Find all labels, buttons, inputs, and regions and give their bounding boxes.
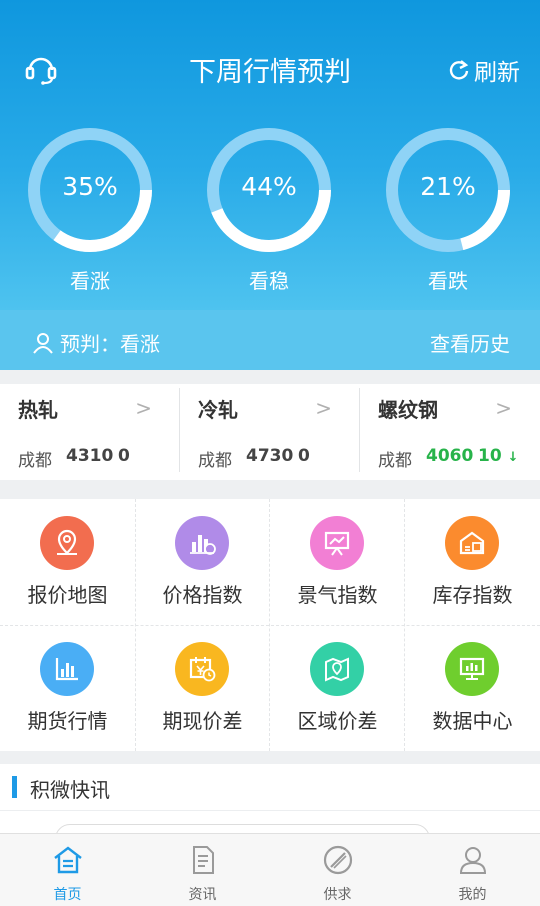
app-screen: 下周行情预判 刷新 35% 看涨 44% 看稳 21% 看跌 预判：看涨 查看历… (0, 0, 540, 906)
price-value: 4060 (426, 446, 474, 466)
price-value: 4730 (246, 446, 294, 466)
tab-news[interactable]: 资讯 (135, 834, 270, 906)
grid-item-price-index[interactable]: 价格指数 (135, 499, 270, 625)
bar-coin-icon (175, 516, 229, 570)
gauge-percent: 35% (62, 172, 118, 201)
grid-item-label: 区域价差 (297, 709, 378, 733)
price-panel: 热轧 > 成都 4310 0 冷轧 > 成都 4730 0 螺纹钢 > 成都 4… (0, 384, 540, 480)
price-value: 4310 (66, 446, 114, 466)
tab-label: 资讯 (188, 887, 217, 903)
map-location-icon (310, 642, 364, 696)
gauge-rise: 35% 看涨 (24, 125, 156, 294)
price-change: 0 (118, 446, 130, 466)
gauge-label: 看稳 (249, 269, 289, 293)
grid-item-label: 报价地图 (27, 583, 108, 607)
tab-label: 供求 (323, 887, 352, 903)
grid-item-label: 期货行情 (27, 709, 108, 733)
bar-chart-icon (40, 642, 94, 696)
price-card-cold-rolled[interactable]: 冷轧 > 成都 4730 0 (180, 384, 360, 480)
home-icon (54, 846, 82, 874)
gauge-percent: 21% (420, 172, 476, 201)
feature-grid: 报价地图 价格指数 景气指数 库存指数 期货行情 期现价差 区域价差 数据中心 (0, 499, 540, 751)
user-forecast: 预判：看涨 (32, 328, 160, 357)
grid-item-data-center[interactable]: 数据中心 (405, 625, 540, 751)
grid-item-quote-map[interactable]: 报价地图 (0, 499, 135, 625)
price-name: 热轧 (18, 398, 58, 422)
chevron-right-icon: > (135, 396, 152, 420)
top-bar: 下周行情预判 刷新 (0, 40, 540, 96)
refresh-label: 刷新 (474, 60, 520, 86)
user-forecast-label: 预判：看涨 (60, 332, 160, 356)
no-sign-icon (323, 845, 353, 875)
grid-item-label: 库存指数 (432, 583, 513, 607)
gauge-percent: 44% (241, 172, 297, 201)
price-card-hot-rolled[interactable]: 热轧 > 成都 4310 0 (0, 384, 180, 480)
price-name: 冷轧 (198, 398, 238, 422)
refresh-icon (449, 60, 469, 80)
header: 下周行情预判 刷新 35% 看涨 44% 看稳 21% 看跌 (0, 0, 540, 310)
tab-mine[interactable]: 我的 (405, 834, 540, 906)
grid-item-inventory-index[interactable]: 库存指数 (405, 499, 540, 625)
price-change: 10 ↓ (478, 446, 519, 466)
tab-bar: 首页 资讯 供求 我的 (0, 833, 540, 906)
price-city: 成都 (198, 451, 232, 471)
grid-item-label: 价格指数 (162, 583, 243, 607)
chevron-right-icon: > (495, 396, 512, 420)
grid-item-sentiment-index[interactable]: 景气指数 (270, 499, 405, 625)
price-card-rebar[interactable]: 螺纹钢 > 成都 4060 10 ↓ (360, 384, 540, 480)
chevron-right-icon: > (315, 396, 332, 420)
grid-item-futures[interactable]: 期货行情 (0, 625, 135, 751)
warehouse-icon (445, 516, 499, 570)
map-pin-icon (40, 516, 94, 570)
monitor-chart-icon (445, 642, 499, 696)
document-icon (193, 846, 214, 874)
view-history-link[interactable]: 查看历史 (430, 328, 510, 357)
price-change-value: 10 (478, 446, 502, 466)
forecast-bar: 预判：看涨 查看历史 (0, 310, 540, 370)
price-city: 成都 (378, 451, 412, 471)
gauge-fall: 21% 看跌 (382, 125, 514, 294)
user-icon (33, 332, 53, 354)
grid-item-label: 数据中心 (432, 709, 513, 733)
divider (0, 810, 540, 811)
gauge-label: 看涨 (70, 269, 110, 293)
section-accent-bar (12, 776, 17, 798)
gauge-label: 看跌 (428, 269, 468, 293)
calendar-clock-icon (175, 642, 229, 696)
grid-item-label: 期现价差 (162, 709, 243, 733)
news-title: 积微快讯 (30, 778, 110, 802)
tab-supply-demand[interactable]: 供求 (270, 834, 405, 906)
tab-label: 我的 (458, 887, 487, 903)
tab-home[interactable]: 首页 (0, 834, 135, 906)
grid-item-basis-spread[interactable]: 期现价差 (135, 625, 270, 751)
refresh-button[interactable]: 刷新 (448, 53, 520, 87)
tab-label: 首页 (53, 887, 82, 903)
news-section: 积微快讯 (0, 764, 540, 854)
arrow-down-icon: ↓ (507, 450, 519, 465)
user-icon (459, 847, 487, 874)
forecast-gauges: 35% 看涨 44% 看稳 21% 看跌 (0, 125, 540, 295)
grid-item-regional-spread[interactable]: 区域价差 (270, 625, 405, 751)
price-name: 螺纹钢 (378, 398, 438, 422)
price-city: 成都 (18, 451, 52, 471)
grid-item-label: 景气指数 (297, 583, 378, 607)
price-change: 0 (298, 446, 310, 466)
presentation-icon (310, 516, 364, 570)
gauge-stable: 44% 看稳 (203, 125, 335, 294)
